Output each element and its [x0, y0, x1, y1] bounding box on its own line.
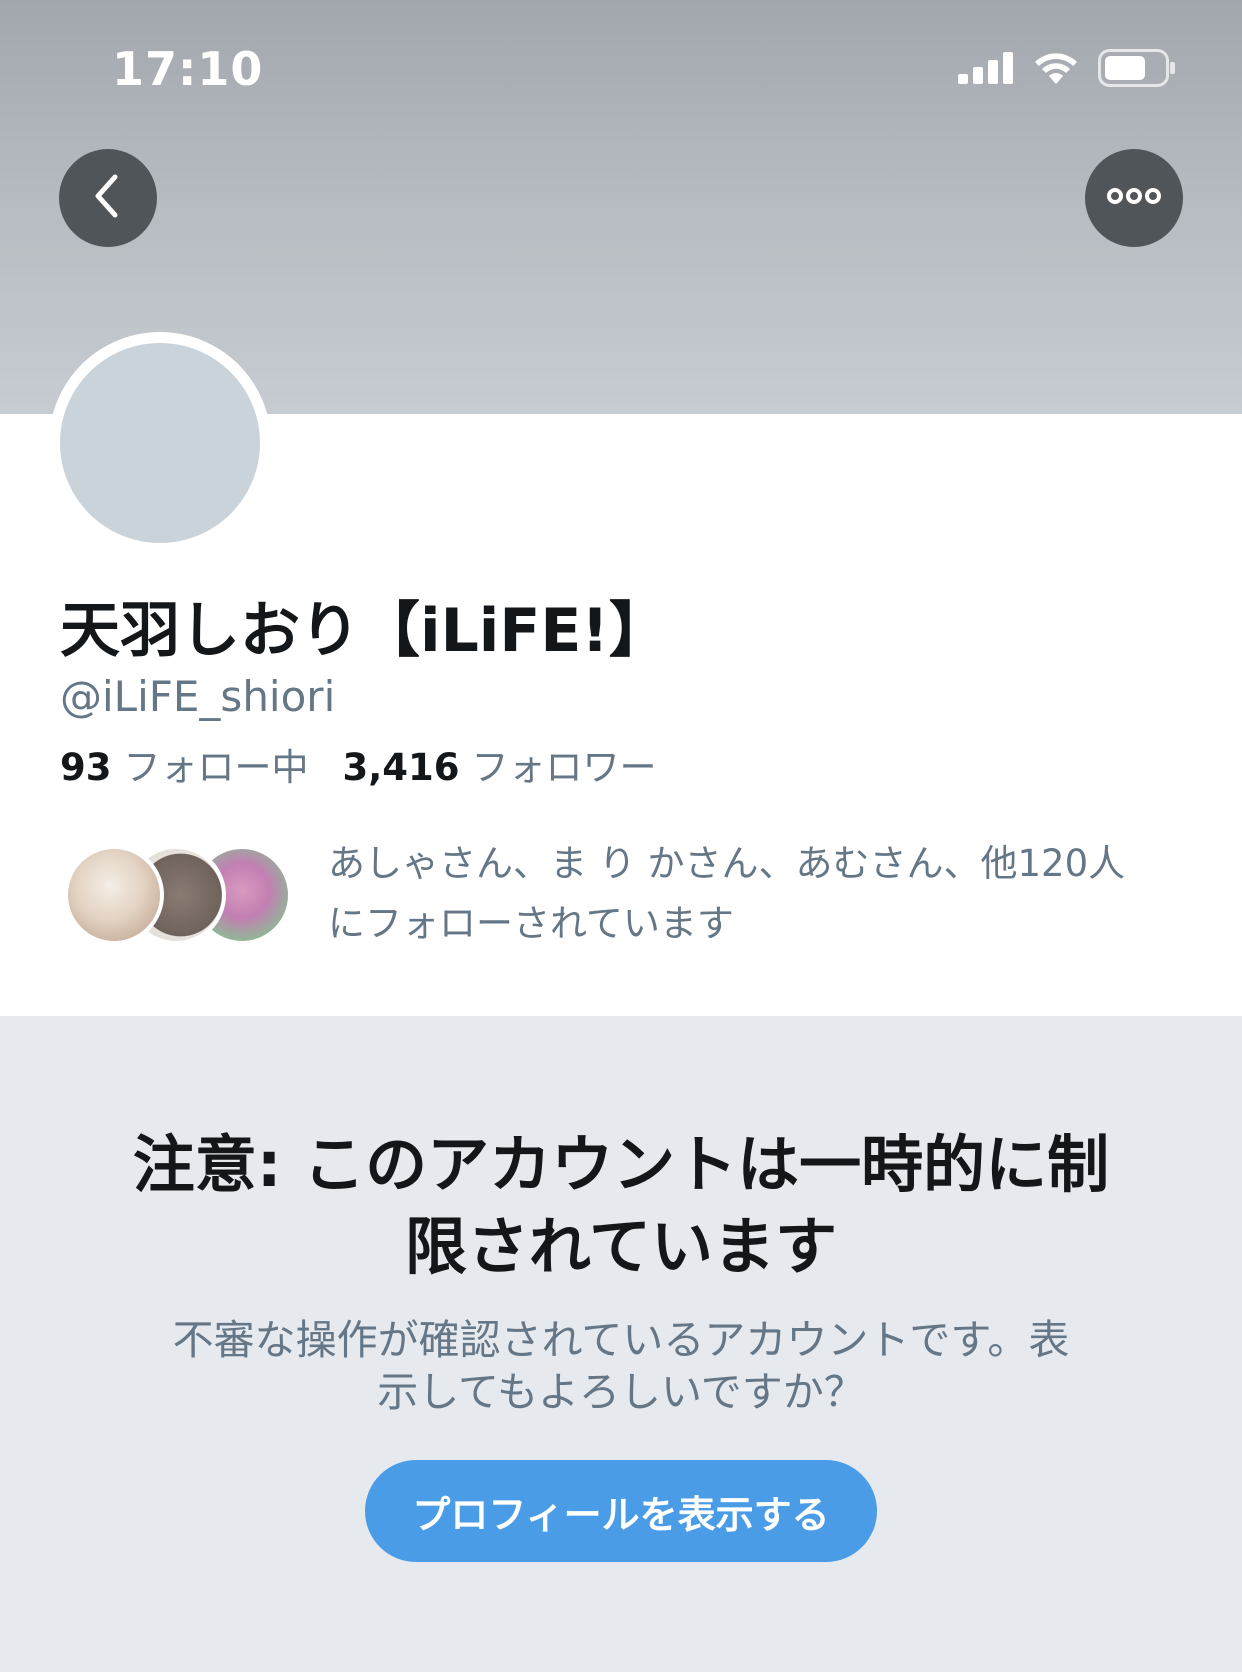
more-horizontal-icon — [1106, 186, 1162, 210]
wifi-icon — [1032, 50, 1080, 90]
followed-by-avatars[interactable] — [64, 845, 294, 945]
view-profile-button[interactable]: プロフィールを表示する — [365, 1460, 877, 1562]
restriction-title: 注意: このアカウントは一時的に制 限されています — [90, 1124, 1152, 1288]
avatar[interactable] — [60, 343, 260, 543]
followers-stat[interactable]: 3,416 フォロワー — [343, 737, 657, 791]
restriction-desc-line: 示してもよろしいですか？ — [377, 1368, 865, 1416]
restriction-desc-line: 不審な操作が確認されているアカウントです。表 — [172, 1316, 1070, 1364]
following-stat[interactable]: 93 フォロー中 — [60, 737, 309, 791]
back-button[interactable] — [59, 149, 157, 247]
user-handle: @iLiFE_shiori — [60, 672, 336, 721]
following-count: 93 — [60, 746, 112, 789]
status-time: 17:10 — [112, 42, 264, 96]
followed-by-line: あしゃさん、ま り かさん、あむさん、他120人 — [328, 842, 1126, 885]
followers-count: 3,416 — [342, 746, 460, 789]
followed-by-text[interactable]: あしゃさん、ま り かさん、あむさん、他120人 にフォローされています — [328, 834, 1188, 954]
status-icons — [958, 49, 1176, 91]
following-label: フォロー中 — [123, 746, 309, 789]
restriction-description: 不審な操作が確認されているアカウントです。表 示してもよろしいですか？ — [100, 1314, 1142, 1418]
restriction-title-line: 限されています — [404, 1210, 838, 1283]
chevron-left-icon — [88, 173, 128, 223]
follower-avatar — [64, 845, 164, 945]
followers-label: フォロワー — [471, 746, 657, 789]
cellular-signal-icon — [958, 52, 1014, 88]
more-options-button[interactable] — [1085, 149, 1183, 247]
restriction-title-line: 注意: このアカウントは一時的に制 — [132, 1128, 1110, 1201]
follow-stats: 93 フォロー中 3,416 フォロワー — [60, 737, 657, 791]
display-name: 天羽しおり【iLiFE!】 — [60, 596, 669, 666]
followed-by-line: にフォローされています — [328, 902, 734, 945]
battery-icon — [1098, 49, 1176, 91]
